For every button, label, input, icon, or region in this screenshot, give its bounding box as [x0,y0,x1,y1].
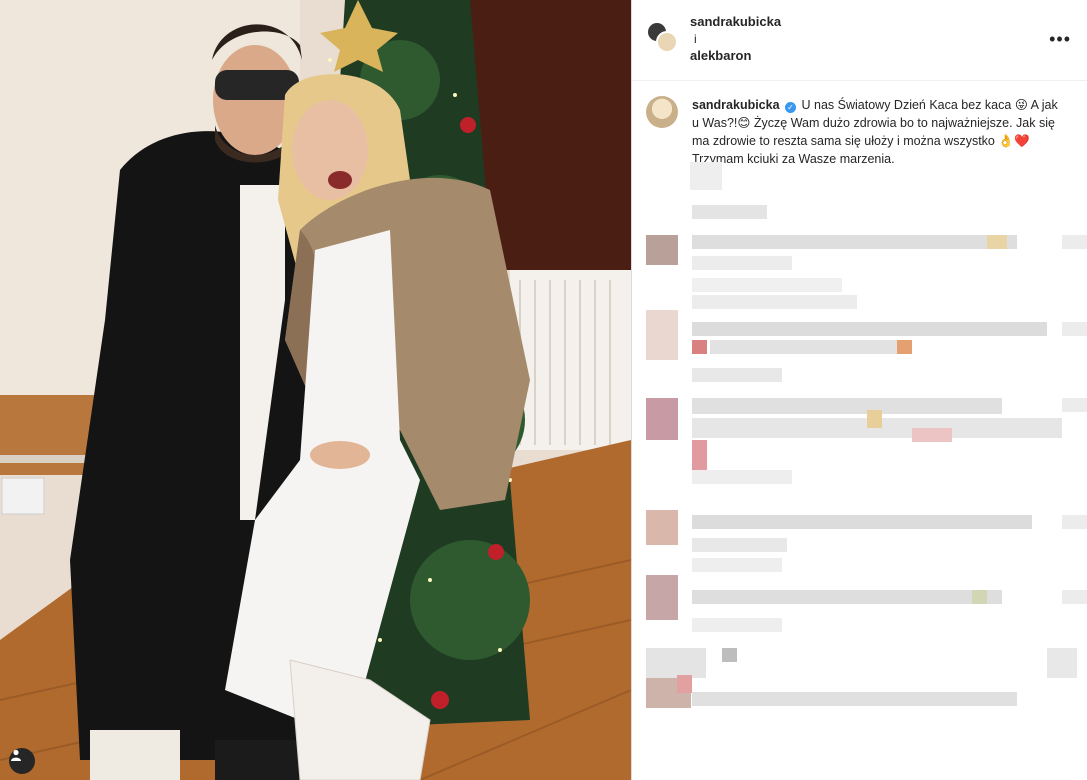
user-tag-icon[interactable] [9,748,35,774]
avatar[interactable] [646,96,678,128]
ok-hand-emoji-icon: 👌 [998,134,1014,148]
smiling-emoji-icon: 😊 [737,116,751,130]
post-sidebar: sandrakubicka i alekbaron ••• sandrakubi… [631,0,1087,780]
more-options-icon[interactable]: ••• [1049,30,1071,48]
winking-tongue-emoji-icon: 😜 [1014,98,1028,112]
caption-text: sandrakubicka ✓ U nas Światowy Dzień Kac… [692,96,1061,168]
post-caption: sandrakubicka ✓ U nas Światowy Dzień Kac… [646,96,1061,168]
verified-badge-icon: ✓ [785,102,797,113]
caption-username[interactable]: sandrakubicka [692,98,780,112]
instagram-post-view: sandrakubicka i alekbaron ••• sandrakubi… [0,0,1087,780]
coauthor-avatars[interactable] [646,21,680,55]
caption-body-4: Trzymam kciuki za Wasze marzenia. [692,152,895,166]
photo-illustration [0,0,631,780]
caption-body-1: U nas Światowy Dzień Kaca bez kaca [801,98,1015,112]
coauthor-username[interactable]: alekbaron [690,48,751,63]
author-username[interactable]: sandrakubicka [690,14,781,29]
avatar[interactable] [656,31,678,53]
post-header: sandrakubicka i alekbaron ••• [632,0,1087,81]
heart-emoji-icon: ❤️ [1013,134,1030,148]
post-photo[interactable] [0,0,631,780]
coauthor-connector: i [694,32,697,46]
